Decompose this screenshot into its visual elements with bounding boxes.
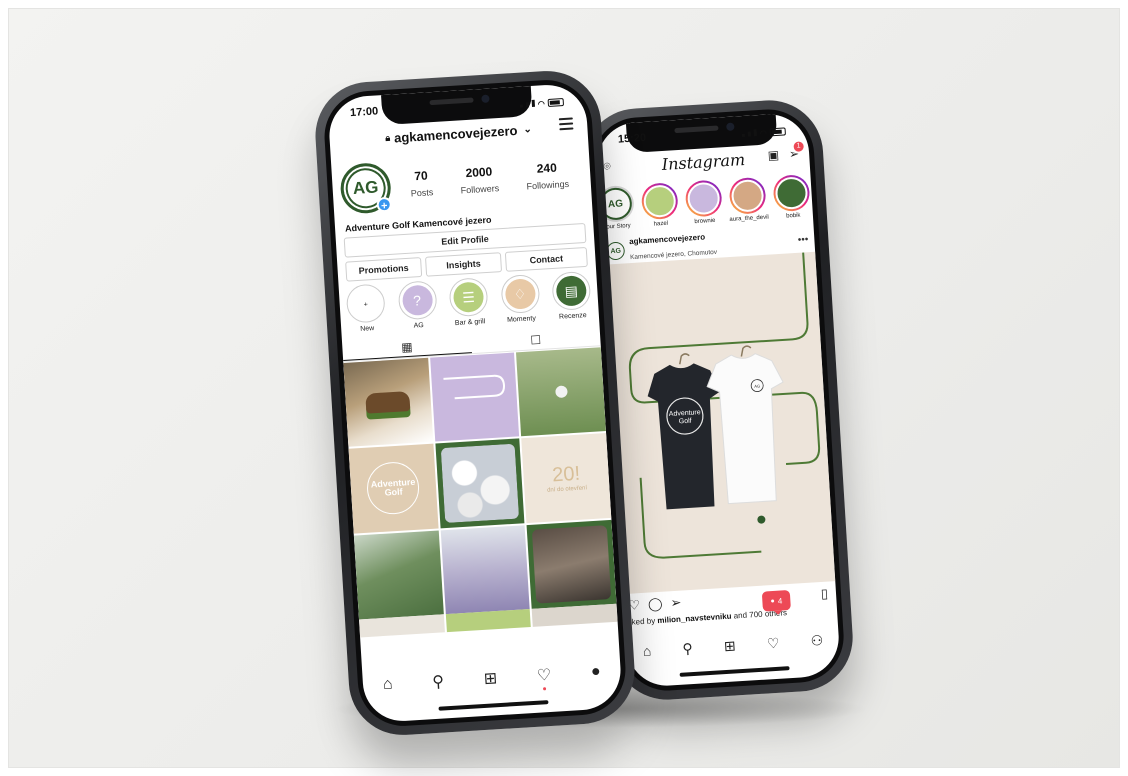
story-item[interactable]: brownie — [683, 179, 725, 225]
home-indicator — [679, 666, 790, 677]
golf-balls-photo — [440, 443, 520, 523]
wifi-icon: ◠ — [537, 98, 546, 109]
instagram-logo: Instagram — [661, 149, 746, 174]
story-item[interactable]: bobik — [771, 174, 813, 220]
more-options-icon[interactable]: ••• — [798, 234, 809, 246]
burger-photo — [365, 391, 411, 414]
profile-phone: 17:00 ◠ 🔒︎ agkamencovejezero ⌄ AG + 70 Po… — [312, 67, 638, 739]
highlight-momenty[interactable]: ♢ Momenty — [497, 273, 544, 325]
battery-icon — [769, 127, 786, 137]
profile-screen: 17:00 ◠ 🔒︎ agkamencovejezero ⌄ AG + 70 Po… — [327, 82, 623, 724]
grid-post[interactable] — [440, 524, 531, 615]
grid-post[interactable] — [353, 530, 444, 620]
story-avatar — [642, 184, 677, 219]
home-icon[interactable]: ⌂ — [382, 676, 393, 695]
adventure-golf-logo: Adventure Golf — [365, 461, 421, 517]
terrace-photo — [532, 524, 612, 604]
wifi-icon: ◠ — [759, 128, 768, 138]
add-post-icon[interactable]: ⊞ — [483, 668, 498, 689]
stat-followings[interactable]: 240 Followings — [525, 160, 569, 195]
profile-username: agkamencovejezero — [393, 122, 518, 145]
story-avatar — [774, 176, 809, 211]
profile-avatar[interactable]: AG + — [339, 161, 393, 215]
home-indicator — [438, 700, 549, 711]
highlight-ag[interactable]: ? AG — [394, 280, 441, 331]
signal-icon — [741, 127, 757, 140]
search-icon[interactable]: ⚲ — [432, 671, 445, 692]
grid-post[interactable] — [358, 614, 445, 638]
countdown-text: 20! — [551, 462, 581, 487]
highlight-bar-grill[interactable]: ☰ Bar & grill — [445, 277, 492, 328]
grid-post[interactable]: 20! dní do otevření — [521, 433, 612, 523]
direct-message-icon[interactable]: ➢ 1 — [789, 141, 804, 161]
grid-post[interactable] — [445, 609, 532, 633]
white-tshirt: AG — [706, 353, 784, 505]
grid-post[interactable] — [526, 519, 617, 609]
grid-post[interactable] — [429, 352, 520, 442]
insights-button[interactable]: Insights — [424, 252, 503, 277]
tshirt-illustration: Adventure Golf AG — [628, 252, 821, 559]
search-icon[interactable]: ⚲ — [682, 640, 693, 658]
story-highlights: + New ? AG ☰ Bar & grill ♢ Momenty ▤ Rec… — [343, 270, 595, 334]
feed-screen: 15:20 ◠ ⌾ Instagram ▣ ➢ 1 AG Your Story h… — [594, 112, 842, 688]
highlight-recenze[interactable]: ▤ Recenze — [548, 270, 595, 322]
home-icon[interactable]: ⌂ — [642, 643, 651, 659]
story-item[interactable]: hazel — [639, 182, 681, 228]
stories-tray: AG Your Story hazel brownie aura_the_dev… — [595, 174, 813, 231]
profile-icon[interactable]: ⚇ — [810, 632, 824, 650]
plus-icon: + — [363, 301, 369, 309]
grid-post[interactable] — [435, 438, 525, 529]
highlight-new[interactable]: + New — [343, 283, 390, 334]
burger-icon: ☰ — [461, 288, 476, 306]
countdown-subtext: dní do otevření — [546, 485, 588, 494]
story-avatar — [730, 178, 765, 213]
bottom-nav: ⌂ ⚲ ⊞ ♡ ⚇ — [626, 625, 839, 666]
activity-icon[interactable]: ♡ — [536, 665, 552, 691]
battery-icon — [547, 98, 565, 107]
profile-icon[interactable]: ● — [590, 663, 601, 682]
black-shirt-logo-line2: Golf — [679, 418, 692, 426]
grid-post[interactable] — [343, 357, 433, 448]
add-post-icon[interactable]: ⊞ — [723, 637, 736, 655]
golf-ball-photo — [554, 385, 568, 399]
igtv-icon[interactable]: ▣ — [767, 148, 779, 163]
status-time: 15:20 — [617, 131, 647, 146]
clipboard-icon: ▤ — [564, 282, 579, 299]
tagged-icon: ☐ — [529, 332, 542, 347]
comment-icon[interactable]: ◯ — [648, 596, 664, 615]
white-shirt-logo: AG — [754, 383, 760, 388]
menu-icon[interactable] — [558, 117, 574, 131]
heart-icon: ● — [770, 597, 775, 605]
signal-icon — [519, 98, 536, 111]
posts-grid: Adventure Golf 20! dní do otevření — [343, 347, 617, 620]
grid-post[interactable] — [532, 603, 618, 627]
grid-post[interactable]: Adventure Golf — [348, 443, 439, 534]
activity-icon[interactable]: ♡ — [766, 634, 780, 652]
add-story-icon[interactable]: + — [376, 196, 393, 213]
status-time: 17:00 — [349, 105, 379, 120]
grid-icon: ▦ — [400, 339, 414, 355]
profile-summary: AG + 70 Posts 2000 Followers 240 Followings — [339, 147, 584, 218]
post-username[interactable]: agkamencovejezero — [629, 231, 716, 246]
activity-notification[interactable]: ● 4 — [761, 589, 791, 612]
bottom-nav: ⌂ ⚲ ⊞ ♡ ● — [362, 656, 621, 702]
stat-posts[interactable]: 70 Posts — [409, 168, 434, 201]
grid-post[interactable] — [516, 347, 606, 437]
bookmark-icon[interactable]: ▯ — [820, 586, 828, 604]
story-item[interactable]: aura_the_devil — [727, 176, 769, 223]
lock-icon: 🔒︎ — [384, 132, 391, 143]
drink-icon: ♢ — [513, 285, 527, 302]
contact-button[interactable]: Contact — [504, 246, 588, 272]
stat-followers[interactable]: 2000 Followers — [459, 164, 499, 198]
chevron-down-icon: ⌄ — [523, 123, 533, 136]
promotions-button[interactable]: Promotions — [345, 257, 423, 282]
story-avatar — [686, 181, 721, 216]
question-icon: ? — [412, 292, 422, 309]
post-image[interactable]: Adventure Golf AG — [603, 251, 836, 595]
share-icon[interactable]: ➢ — [670, 595, 682, 614]
